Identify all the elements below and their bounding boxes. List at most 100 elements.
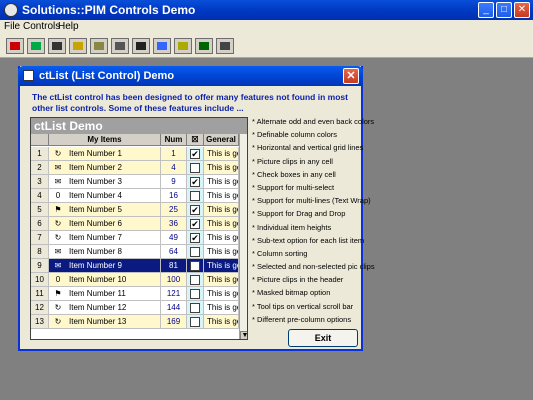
row-index: 7 bbox=[31, 231, 49, 245]
row-item: ✉ Item Number 3 bbox=[49, 175, 161, 189]
row-num: 100 bbox=[161, 273, 187, 287]
menu-help[interactable]: Help bbox=[58, 21, 79, 32]
table-row[interactable]: 100Item Number 10100This is gene... bbox=[31, 273, 247, 287]
row-check-cell bbox=[187, 161, 204, 175]
row-item-label: Item Number 7 bbox=[69, 233, 122, 242]
row-checkbox[interactable] bbox=[190, 261, 200, 271]
row-check-cell bbox=[187, 301, 204, 315]
table-row[interactable]: 9 ✉ Item Number 9 81 This is gene... bbox=[31, 259, 247, 273]
close-button[interactable]: ✕ bbox=[514, 2, 530, 18]
row-index: 10 bbox=[31, 273, 49, 287]
app-icon bbox=[4, 3, 18, 17]
table-row[interactable]: 40 Item Number 4 16 This is gene... bbox=[31, 189, 247, 203]
table-row[interactable]: 6 ↻ Item Number 6 36✔ This is gene... bbox=[31, 217, 247, 231]
row-num: 1 bbox=[161, 147, 187, 161]
row-checkbox[interactable]: ✔ bbox=[190, 177, 200, 187]
row-num: 9 bbox=[161, 175, 187, 189]
col-header-my-items[interactable]: My Items bbox=[49, 134, 161, 146]
minimize-button[interactable]: _ bbox=[478, 2, 494, 18]
row-item: ⚑ Item Number 11 bbox=[49, 287, 161, 301]
row-item: ↻ Item Number 1 bbox=[49, 147, 161, 161]
grid-icon[interactable] bbox=[27, 38, 45, 54]
row-checkbox[interactable] bbox=[190, 275, 200, 285]
row-general: This is gene... bbox=[204, 301, 239, 315]
panel-icon[interactable] bbox=[90, 38, 108, 54]
feature-item: * Individual item heights bbox=[252, 222, 332, 232]
bar-icon[interactable] bbox=[69, 38, 87, 54]
row-index: 11 bbox=[31, 287, 49, 301]
table-row[interactable]: 13 ↻ Item Number 13 169 This is gene... bbox=[31, 315, 247, 329]
item-icon: ✉ bbox=[54, 177, 62, 186]
col-header-num[interactable]: Num bbox=[161, 134, 187, 146]
row-check-cell bbox=[187, 315, 204, 329]
exit-button[interactable]: Exit bbox=[288, 329, 358, 347]
row-item-label: Item Number 11 bbox=[69, 289, 126, 298]
row-checkbox[interactable]: ✔ bbox=[190, 149, 200, 159]
row-item-label: Item Number 10 bbox=[69, 275, 127, 284]
feature-item: * Picture clips in any cell bbox=[252, 156, 333, 166]
row-checkbox[interactable]: ✔ bbox=[190, 205, 200, 215]
row-checkbox[interactable] bbox=[190, 303, 200, 313]
row-checkbox[interactable] bbox=[190, 289, 200, 299]
row-item: 0 Item Number 4 bbox=[49, 189, 161, 203]
row-checkbox[interactable] bbox=[190, 163, 200, 173]
columns-icon[interactable] bbox=[132, 38, 150, 54]
row-index: 8 bbox=[31, 245, 49, 259]
table-row[interactable]: 12 ↻ Item Number 12 144 This is gene... bbox=[31, 301, 247, 315]
row-item: ↻ Item Number 6 bbox=[49, 217, 161, 231]
label-icon[interactable] bbox=[153, 38, 171, 54]
col-header-general[interactable]: General bbox=[204, 134, 239, 146]
row-check-cell: ✔ bbox=[187, 217, 204, 231]
row-checkbox[interactable] bbox=[190, 247, 200, 257]
row-item-label: Item Number 13 bbox=[69, 317, 127, 326]
row-checkbox[interactable]: ✔ bbox=[190, 233, 200, 243]
text-icon[interactable] bbox=[174, 38, 192, 54]
table-row[interactable]: 3 ✉ Item Number 3 9✔ This is gene... bbox=[31, 175, 247, 189]
table-row[interactable]: 5 ⚑ Item Number 5 25✔ This is gene... bbox=[31, 203, 247, 217]
table-row[interactable]: 1↻Item Number 11✔This is gene... bbox=[31, 147, 247, 161]
row-general: This is gene... bbox=[204, 315, 239, 329]
row-index: 9 bbox=[31, 259, 49, 273]
row-item-label: Item Number 9 bbox=[69, 261, 122, 270]
row-item: ✉ Item Number 8 bbox=[49, 245, 161, 259]
gauge-icon[interactable] bbox=[111, 38, 129, 54]
row-general: This is gene... bbox=[204, 203, 239, 217]
vertical-scrollbar[interactable]: ▼ bbox=[239, 134, 247, 339]
col-header-check[interactable]: ☒ bbox=[187, 134, 204, 146]
row-item-label: Item Number 3 bbox=[69, 177, 122, 186]
table-row[interactable]: 7 ↻ Item Number 7 49✔ This is gene... bbox=[31, 231, 247, 245]
row-check-cell bbox=[187, 287, 204, 301]
row-general: This is gene... bbox=[204, 175, 239, 189]
table-row[interactable]: 2 ✉ Item Number 2 4 This is gene... bbox=[31, 161, 247, 175]
list-control[interactable]: ctList Demo My Items Num ☒ General 1 ↻ Ite… bbox=[30, 117, 248, 340]
app-title-bar: Solutions::PIM Controls Demo _ □ ✕ bbox=[0, 0, 533, 20]
dialog-close-button[interactable]: ✕ bbox=[343, 68, 359, 84]
row-check-cell: ✔ bbox=[187, 203, 204, 217]
row-general: This is gene... bbox=[204, 161, 239, 175]
row-index: 2 bbox=[31, 161, 49, 175]
row-checkbox[interactable]: ✔ bbox=[190, 219, 200, 229]
row-general: This is gene... bbox=[204, 259, 239, 273]
row-general: This is gene... bbox=[204, 189, 239, 203]
table-row[interactable]: 11 ⚑ Item Number 11 121 This is gene... bbox=[31, 287, 247, 301]
features-list: * Alternate odd and even back colors * De… bbox=[252, 115, 375, 326]
table-row[interactable]: 8 ✉ Item Number 8 64 This is gene... bbox=[31, 245, 247, 259]
maximize-button[interactable]: □ bbox=[496, 2, 512, 18]
row-check-cell: ✔ bbox=[187, 147, 204, 161]
row-general: This is gene... bbox=[204, 147, 239, 161]
list-icon[interactable] bbox=[6, 38, 24, 54]
dialog-icon bbox=[23, 70, 34, 81]
item-icon: ↻ bbox=[54, 149, 62, 158]
row-num: 121 bbox=[161, 287, 187, 301]
window-icon[interactable] bbox=[216, 38, 234, 54]
row-check-cell bbox=[187, 259, 204, 273]
scroll-down-icon[interactable]: ▼ bbox=[240, 331, 247, 339]
row-general: This is gene... bbox=[204, 273, 239, 287]
row-checkbox[interactable] bbox=[190, 191, 200, 201]
hourglass-icon[interactable] bbox=[48, 38, 66, 54]
row-checkbox[interactable] bbox=[190, 317, 200, 327]
menu-controls[interactable]: Controls bbox=[23, 21, 60, 32]
row-general: This is gene... bbox=[204, 287, 239, 301]
edit-icon[interactable] bbox=[195, 38, 213, 54]
menu-file[interactable]: File bbox=[4, 21, 20, 32]
